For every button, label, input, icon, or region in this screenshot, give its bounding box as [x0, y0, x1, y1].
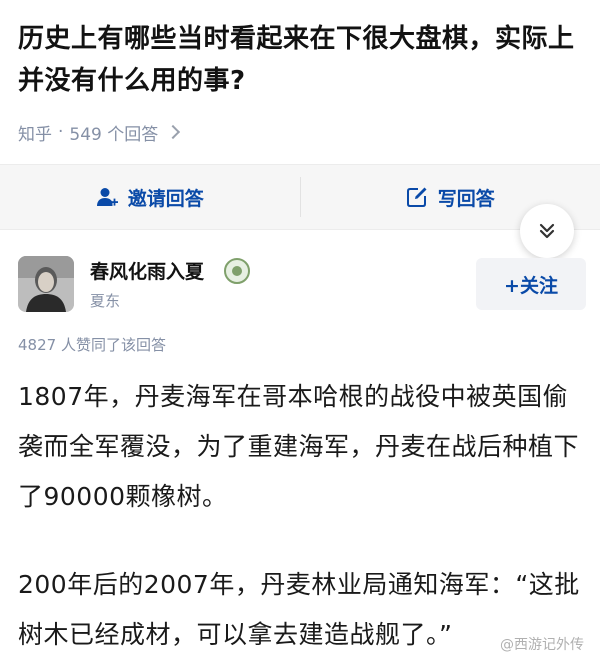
question-title[interactable]: 历史上有哪些当时看起来在下很大盘棋，实际上并没有什么用的事? [18, 18, 584, 102]
action-bar: 邀请回答 写回答 [0, 164, 600, 230]
answer-paragraph: 1807年，丹麦海军在哥本哈根的战役中被英国偷袭而全军覆没，为了重建海军，丹麦在… [18, 382, 580, 511]
invite-answer-label: 邀请回答 [127, 187, 204, 210]
write-answer-label: 写回答 [437, 187, 495, 210]
author-avatar[interactable] [18, 256, 74, 312]
watermark: @西游记外传 [500, 637, 584, 653]
invite-answer-button[interactable]: 邀请回答 [0, 165, 300, 229]
author-badge-icon [224, 258, 250, 284]
source-label: 知乎 [18, 124, 52, 145]
follow-button[interactable]: +关注 [476, 258, 586, 310]
author-name[interactable]: 春风化雨入夏 [90, 257, 204, 284]
scroll-down-button[interactable] [520, 204, 574, 258]
badge-dot [232, 266, 242, 276]
invite-user-icon [96, 186, 118, 208]
chevron-right-icon [166, 124, 181, 140]
answer-count: 549 个回答 [69, 124, 159, 145]
author-subtitle: 夏东 [90, 292, 121, 310]
edit-icon [406, 186, 428, 208]
double-chevron-down-icon [537, 221, 557, 241]
question-meta[interactable]: 知乎 · 549 个回答 [18, 118, 181, 146]
upvote-count: 4827 人赞同了该回答 [18, 336, 166, 354]
meta-separator: · [58, 122, 64, 142]
answer-page: 历史上有哪些当时看起来在下很大盘棋，实际上并没有什么用的事? 知乎 · 549 … [0, 0, 600, 662]
